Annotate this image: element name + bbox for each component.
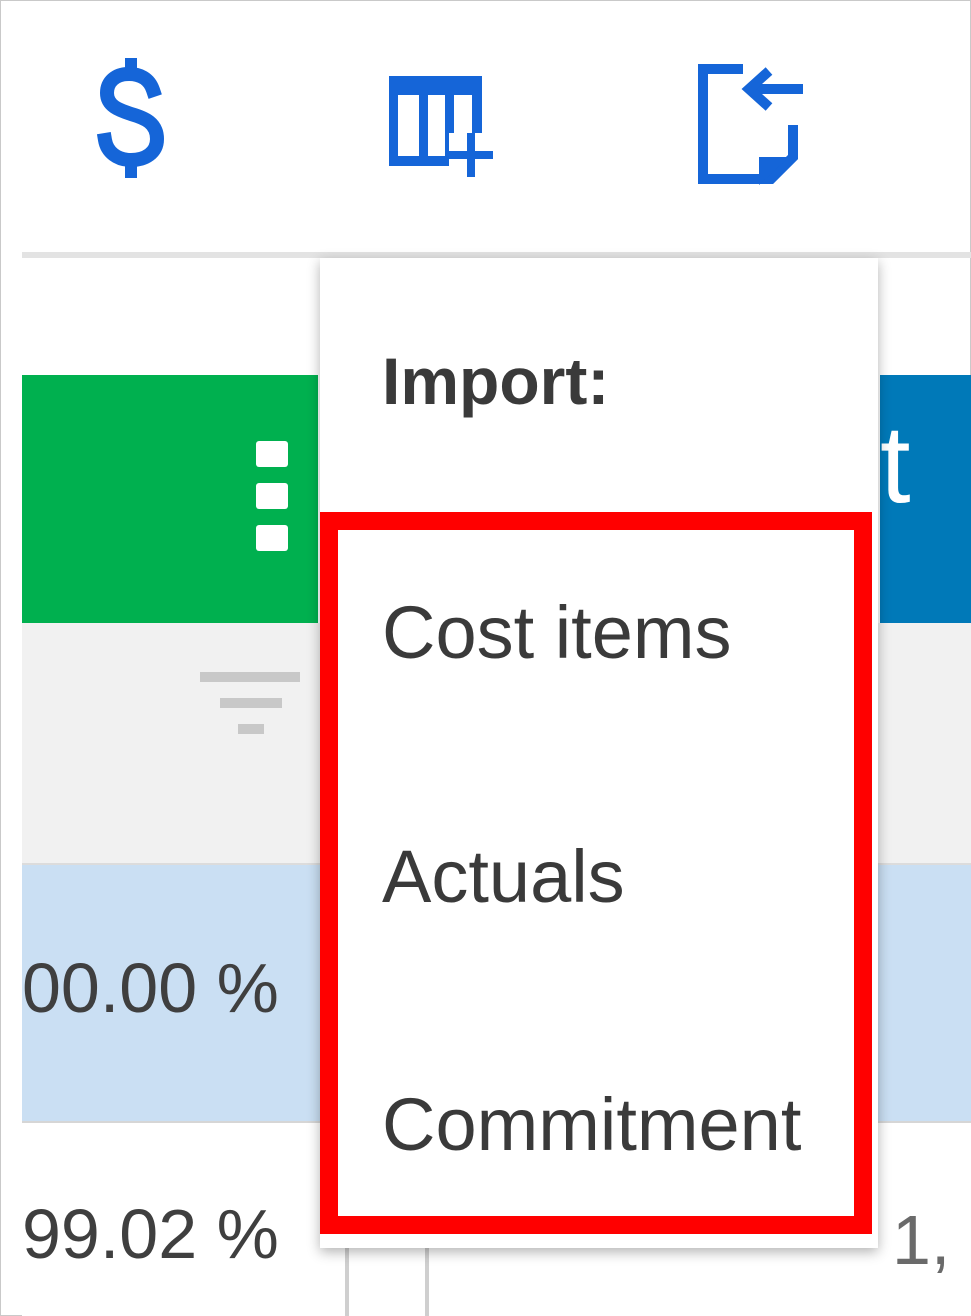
- column-menu-button[interactable]: [250, 437, 294, 557]
- menu-item-actuals[interactable]: Actuals: [382, 840, 625, 914]
- column-header-text: t: [880, 403, 911, 526]
- import-file-icon: [698, 64, 803, 185]
- dollar-button[interactable]: [93, 56, 169, 186]
- toolbar: [1, 1, 970, 251]
- menu-item-cost-items[interactable]: Cost items: [382, 596, 732, 670]
- percent-cell: 99.02 %: [22, 1195, 279, 1273]
- menu-item-commitment[interactable]: Commitment: [382, 1088, 801, 1162]
- filter-icon[interactable]: [200, 672, 300, 734]
- kebab-dot: [256, 525, 288, 551]
- column-divider: [345, 1248, 349, 1316]
- kebab-dot: [256, 483, 288, 509]
- add-column-icon: [389, 76, 493, 177]
- value-cell-fragment: 1,: [892, 1201, 951, 1279]
- column-header-blue: t: [880, 375, 971, 623]
- menu-title: Import:: [382, 344, 610, 418]
- kebab-dot: [256, 441, 288, 467]
- dollar-icon: [96, 58, 165, 178]
- import-button[interactable]: [697, 63, 807, 188]
- add-column-button[interactable]: [389, 73, 499, 183]
- import-dropdown-menu: Import: Cost items Actuals Commitment: [320, 258, 878, 1248]
- percent-cell: 00.00 %: [22, 949, 279, 1027]
- column-divider: [425, 1248, 429, 1316]
